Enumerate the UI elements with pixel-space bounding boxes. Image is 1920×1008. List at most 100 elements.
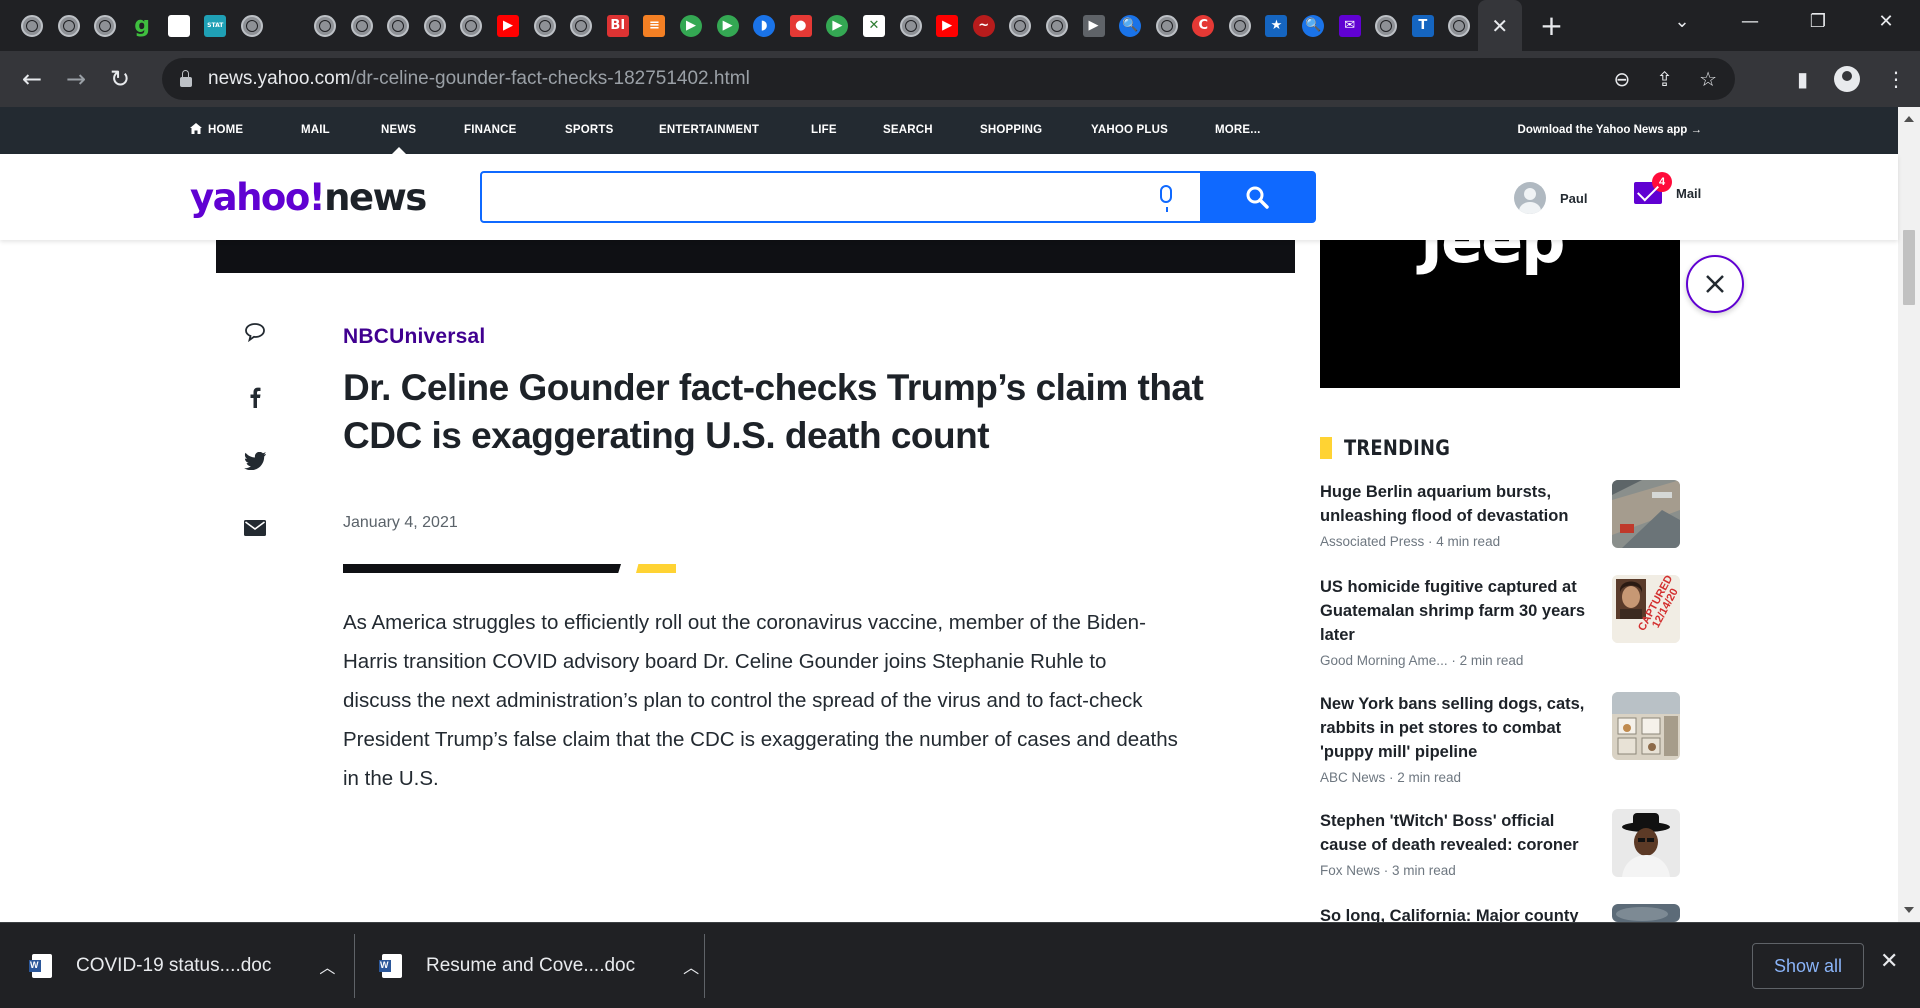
nav-entertainment[interactable]: ENTERTAINMENT <box>659 107 759 154</box>
browser-tab[interactable] <box>1002 0 1039 51</box>
scrollbar-thumb[interactable] <box>1903 230 1915 305</box>
browser-tab[interactable]: ▶ <box>490 0 527 51</box>
trending-item[interactable]: Huge Berlin aquarium bursts, unleashing … <box>1320 480 1680 549</box>
trending-item[interactable]: Stephen 'tWitch' Boss' official cause of… <box>1320 809 1680 878</box>
browser-tab[interactable] <box>87 0 124 51</box>
search-button[interactable] <box>1200 173 1314 221</box>
browser-tab[interactable] <box>51 0 88 51</box>
nav-life[interactable]: LIFE <box>811 107 837 154</box>
browser-tab[interactable]: 🔍 <box>1112 0 1149 51</box>
scroll-down-icon[interactable] <box>1904 907 1914 913</box>
scroll-up-icon[interactable] <box>1904 116 1914 122</box>
new-tab-button[interactable]: + <box>1540 9 1563 42</box>
nav-more[interactable]: MORE... <box>1215 107 1261 154</box>
page-scrollbar[interactable] <box>1898 107 1920 922</box>
trending-thumb-portrait[interactable] <box>1612 809 1680 877</box>
browser-tab[interactable]: STAT <box>197 0 234 51</box>
browser-tab[interactable] <box>307 0 344 51</box>
close-ad-button[interactable] <box>1686 255 1744 313</box>
browser-tab[interactable] <box>417 0 454 51</box>
nav-shopping[interactable]: SHOPPING <box>980 107 1042 154</box>
browser-tab[interactable]: ▶ <box>819 0 856 51</box>
forward-button[interactable]: → <box>56 65 96 93</box>
facebook-share-button[interactable] <box>240 386 270 413</box>
trending-item-title[interactable]: New York bans selling dogs, cats, rabbit… <box>1320 692 1592 764</box>
browser-tab[interactable]: ≡ <box>636 0 673 51</box>
user-profile[interactable]: Paul <box>1514 182 1587 214</box>
article-provider[interactable]: NBCUniversal <box>343 325 485 349</box>
trending-thumb-store[interactable] <box>1612 692 1680 760</box>
nav-sports[interactable]: SPORTS <box>565 107 614 154</box>
browser-tab[interactable] <box>270 0 307 51</box>
trending-item-title[interactable]: So long, California: Major county <box>1320 904 1592 922</box>
tab-search-icon[interactable]: ⌄ <box>1648 11 1716 32</box>
zoom-icon[interactable]: ⊖ <box>1614 67 1631 91</box>
share-icon[interactable]: ⇪ <box>1656 67 1673 91</box>
active-tab[interactable]: ✕ <box>1477 0 1522 51</box>
url-text[interactable]: news.yahoo.com/dr-celine-gounder-fact-ch… <box>208 68 750 90</box>
trending-thumb-captured[interactable]: CAPTURED 12/14/20 <box>1612 575 1680 643</box>
browser-tab[interactable]: ◗ <box>746 0 783 51</box>
browser-tab[interactable]: ✕ <box>856 0 893 51</box>
browser-tab[interactable]: T <box>1405 0 1442 51</box>
lock-icon[interactable] <box>180 70 192 87</box>
download-item[interactable]: Resume and Cove....doc ︿ <box>379 923 699 1008</box>
trending-item[interactable]: US homicide fugitive captured at Guatema… <box>1320 575 1680 668</box>
mail-link[interactable]: 4 Mail <box>1634 172 1701 204</box>
restore-button[interactable]: ❐ <box>1784 11 1852 32</box>
download-app-link[interactable]: Download the Yahoo News app → <box>1518 107 1702 154</box>
trending-thumb-aerial[interactable] <box>1612 480 1680 548</box>
chevron-up-icon[interactable]: ︿ <box>319 954 335 978</box>
close-window-button[interactable]: ✕ <box>1852 11 1920 32</box>
nav-news[interactable]: NEWS <box>381 107 416 154</box>
nav-home[interactable]: HOME <box>190 107 243 154</box>
trending-thumb-sky[interactable] <box>1612 904 1680 922</box>
browser-tab[interactable] <box>892 0 929 51</box>
trending-item[interactable]: So long, California: Major county <box>1320 904 1680 922</box>
browser-tab[interactable] <box>1368 0 1405 51</box>
kebab-menu-icon[interactable]: ⋮ <box>1886 67 1906 91</box>
twitter-share-button[interactable] <box>240 451 270 475</box>
browser-tab[interactable]: ▶ <box>1075 0 1112 51</box>
nav-yahoo-plus[interactable]: YAHOO PLUS <box>1091 107 1168 154</box>
browser-tab[interactable]: 🔍 <box>1295 0 1332 51</box>
browser-tab[interactable] <box>343 0 380 51</box>
browser-tab[interactable] <box>1222 0 1259 51</box>
browser-tab[interactable] <box>526 0 563 51</box>
browser-tab[interactable] <box>380 0 417 51</box>
chevron-up-icon[interactable]: ︿ <box>683 954 699 978</box>
browser-tab[interactable] <box>160 0 197 51</box>
download-item[interactable]: COVID-19 status....doc ︿ <box>29 923 335 1008</box>
browser-tab[interactable] <box>1039 0 1076 51</box>
browser-tab[interactable]: ▶ <box>673 0 710 51</box>
browser-tab[interactable]: ● <box>782 0 819 51</box>
browser-tab[interactable]: ✉ <box>1331 0 1368 51</box>
browser-tab[interactable] <box>14 0 51 51</box>
side-panel-icon[interactable]: ▮ <box>1797 67 1808 91</box>
nav-mail[interactable]: MAIL <box>301 107 330 154</box>
browser-tab[interactable]: C <box>1185 0 1222 51</box>
trending-item-title[interactable]: Stephen 'tWitch' Boss' official cause of… <box>1320 809 1592 857</box>
browser-tab[interactable] <box>1148 0 1185 51</box>
browser-tab[interactable] <box>563 0 600 51</box>
video-player-bottom[interactable] <box>216 240 1295 273</box>
comments-button[interactable] <box>240 322 270 347</box>
browser-tab[interactable] <box>453 0 490 51</box>
browser-tab[interactable]: g <box>124 0 161 51</box>
advertisement[interactable]: Jeep <box>1320 240 1680 388</box>
trending-item[interactable]: New York bans selling dogs, cats, rabbit… <box>1320 692 1680 785</box>
show-all-button[interactable]: Show all <box>1752 943 1864 989</box>
minimize-button[interactable]: — <box>1716 11 1784 32</box>
browser-tab[interactable]: ▶ <box>929 0 966 51</box>
nav-search[interactable]: SEARCH <box>883 107 933 154</box>
browser-tab[interactable]: ★ <box>1258 0 1295 51</box>
close-tab-icon[interactable]: ✕ <box>1491 14 1508 38</box>
reload-button[interactable]: ↻ <box>100 65 140 93</box>
bookmark-star-icon[interactable]: ☆ <box>1699 67 1717 91</box>
trending-item-title[interactable]: Huge Berlin aquarium bursts, unleashing … <box>1320 480 1592 528</box>
browser-tab[interactable]: ▶ <box>709 0 746 51</box>
yahoo-news-logo[interactable]: yahoo!news <box>190 176 427 219</box>
browser-tab[interactable] <box>1441 0 1478 51</box>
back-button[interactable]: ← <box>12 65 52 93</box>
browser-tab[interactable]: ~ <box>965 0 1002 51</box>
